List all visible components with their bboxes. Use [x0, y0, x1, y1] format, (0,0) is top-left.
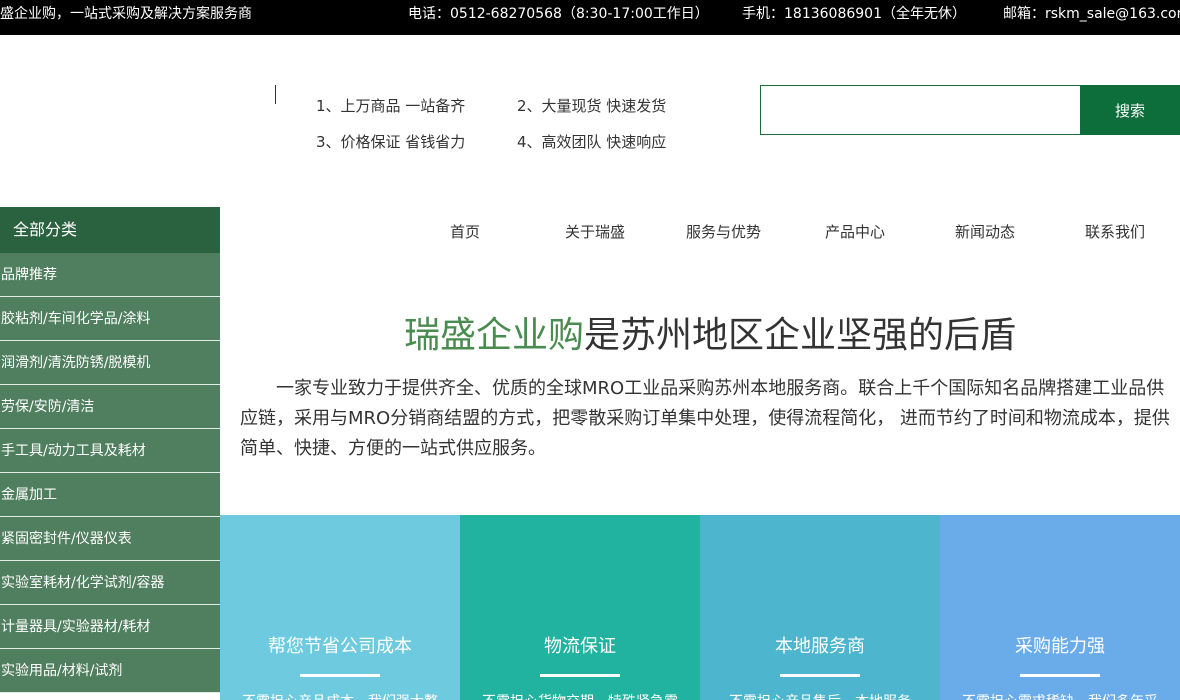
feature-box-cost[interactable]: 帮您节省公司成本 不需担心产品成本，我们强大整 [220, 515, 460, 700]
feature-box-logistics[interactable]: 物流保证 不需担心货物交期，特殊紧急需 [460, 515, 700, 700]
contact-email: 邮箱：rskm_sale@163.com [1003, 6, 1180, 22]
page: 盛企业购，一站式采购及解决方案服务商 电话：0512-68270568（8:30… [0, 0, 1180, 700]
feature-box-desc: 不需担心需求稀缺，我们多年采 [950, 691, 1170, 700]
nav-news[interactable]: 新闻动态 [955, 221, 1015, 242]
sidebar-item-fasteners[interactable]: 紧固密封件/仪器仪表 [0, 517, 220, 561]
feature-box-desc: 不需担心产品售后，本地服务 [710, 691, 930, 700]
feature-item-4: 4、高效团队 快速响应 [517, 133, 667, 151]
feature-box-divider [540, 674, 620, 677]
feature-box-title: 采购能力强 [1015, 636, 1105, 657]
nav-services[interactable]: 服务与优势 [686, 221, 761, 242]
feature-box-desc: 不需担心货物交期，特殊紧急需 [470, 691, 690, 700]
nav-home[interactable]: 首页 [450, 221, 480, 242]
feature-box-desc: 不需担心产品成本，我们强大整 [230, 691, 450, 700]
feature-box-procurement[interactable]: 采购能力强 不需担心需求稀缺，我们多年采 [940, 515, 1180, 700]
nav-contact[interactable]: 联系我们 [1085, 221, 1145, 242]
intro-paragraph: 一家专业致力于提供齐全、优质的全球MRO工业品采购苏州本地服务商。联合上千个国际… [240, 378, 1170, 459]
sidebar-item-hand-tools[interactable]: 手工具/动力工具及耗材 [0, 429, 220, 473]
feature-item-1: 1、上万商品 一站备齐 [316, 97, 466, 115]
intro-brand: 瑞盛企业购 [403, 315, 584, 356]
top-info-bar: 盛企业购，一站式采购及解决方案服务商 电话：0512-68270568（8:30… [0, 0, 1180, 35]
sidebar-header[interactable]: 全部分类 [0, 207, 220, 253]
text-cursor [275, 85, 276, 104]
intro-title-rest: 是苏州地区企业坚强的后盾 [584, 315, 1017, 356]
sidebar-item-lubricants[interactable]: 润滑剂/清洗防锈/脱模机 [0, 341, 220, 385]
sidebar-item-lab-supplies[interactable]: 实验用品/材料/试剂 [0, 649, 220, 693]
feature-box-title: 物流保证 [544, 636, 616, 657]
category-sidebar: 全部分类 品牌推荐 胶粘剂/车间化学品/涂料 润滑剂/清洗防锈/脱模机 劳保/安… [0, 207, 220, 693]
sidebar-item-lab-consumables[interactable]: 实验室耗材/化学试剂/容器 [0, 561, 220, 605]
sidebar-item-adhesives[interactable]: 胶粘剂/车间化学品/涂料 [0, 297, 220, 341]
site-slogan: 盛企业购，一站式采购及解决方案服务商 [0, 6, 252, 22]
feature-box-title: 帮您节省公司成本 [268, 636, 412, 657]
feature-box-divider [1020, 674, 1100, 677]
feature-box-divider [780, 674, 860, 677]
intro-title: 瑞盛企业购是苏州地区企业坚强的后盾 [240, 306, 1180, 358]
feature-box-title: 本地服务商 [775, 636, 865, 657]
sidebar-item-brands[interactable]: 品牌推荐 [0, 253, 220, 297]
nav-about[interactable]: 关于瑞盛 [565, 221, 625, 242]
search-button[interactable]: 搜索 [1080, 85, 1180, 135]
feature-item-3: 3、价格保证 省钱省力 [316, 133, 466, 151]
feature-box-local-service[interactable]: 本地服务商 不需担心产品售后，本地服务 [700, 515, 940, 700]
feature-box-divider [300, 674, 380, 677]
contact-mobile: 手机：18136086901（全年无休） [742, 6, 966, 22]
sidebar-item-measuring[interactable]: 计量器具/实验器材/耗材 [0, 605, 220, 649]
sidebar-item-metalworking[interactable]: 金属加工 [0, 473, 220, 517]
search-input[interactable] [760, 85, 1080, 135]
contact-phone: 电话：0512-68270568（8:30-17:00工作日） [408, 6, 709, 22]
nav-products[interactable]: 产品中心 [825, 221, 885, 242]
sidebar-item-safety[interactable]: 劳保/安防/清洁 [0, 385, 220, 429]
feature-item-2: 2、大量现货 快速发货 [517, 97, 667, 115]
